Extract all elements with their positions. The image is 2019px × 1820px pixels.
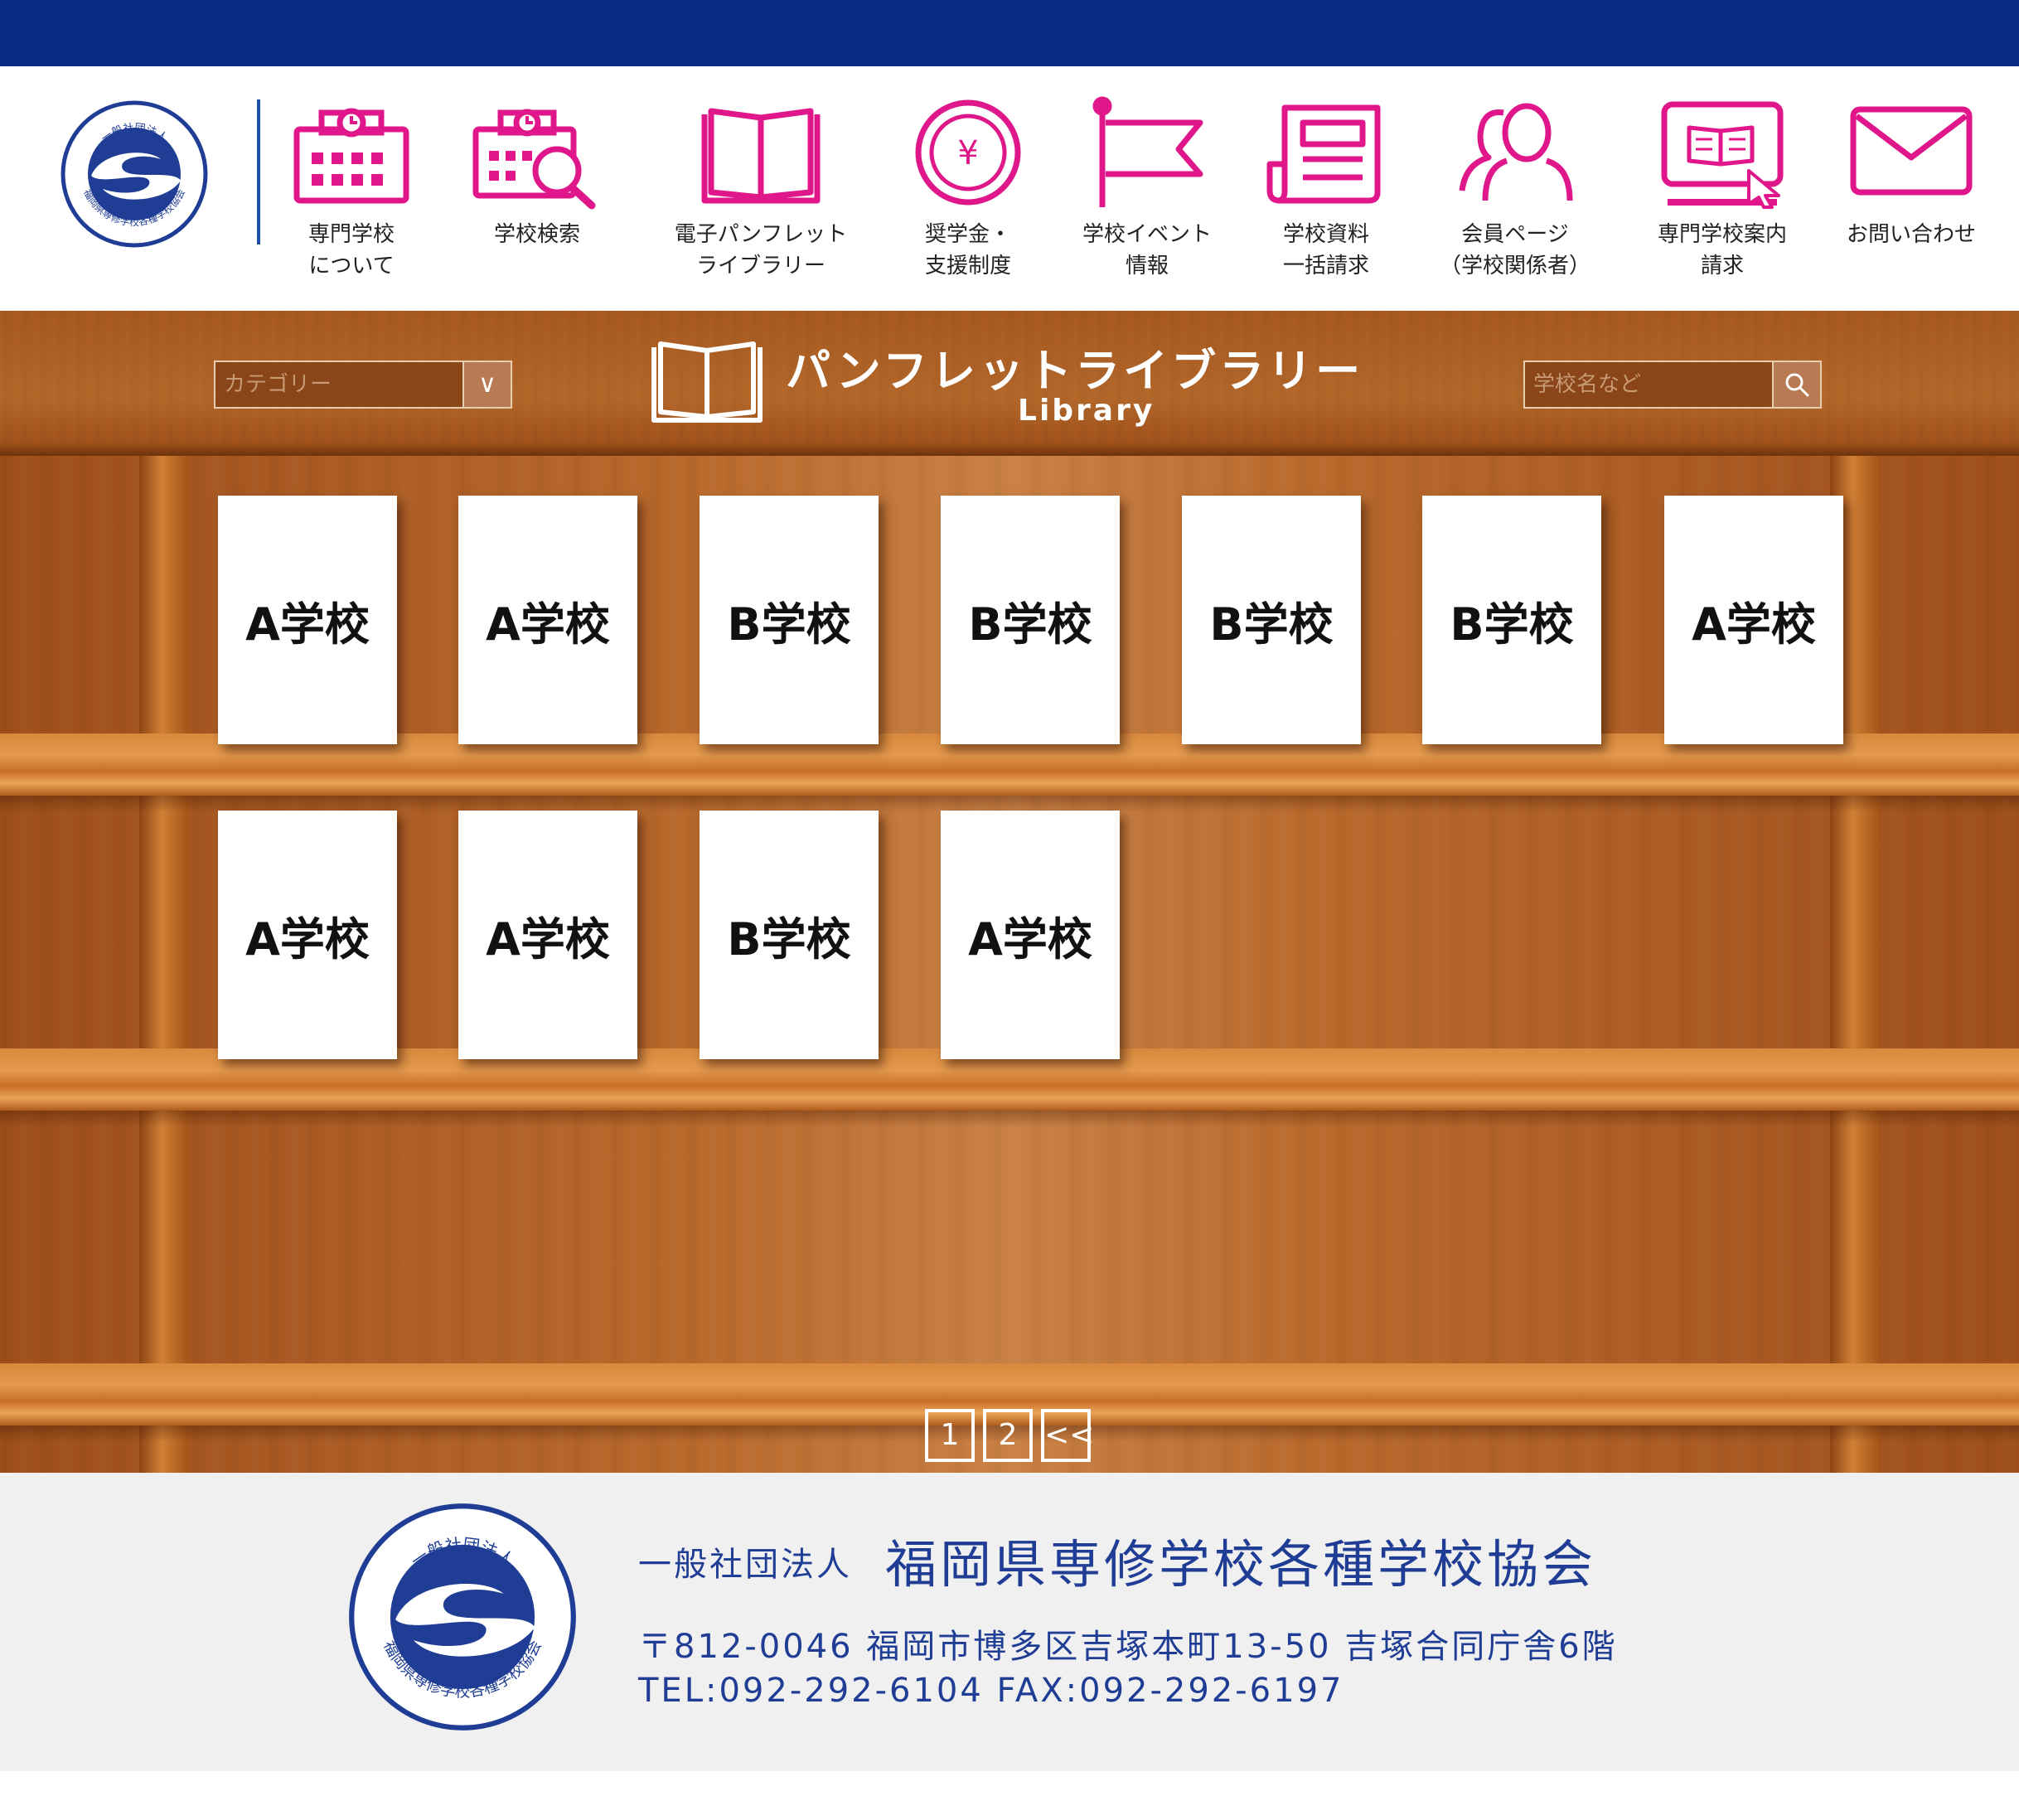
site-footer: 一般社団法人 福岡県専修学校各種学校協会 一般社団法人 福岡県専修学校各種学校協… [0, 1473, 2019, 1771]
document-icon [1266, 104, 1381, 204]
nav-pamphlet-library[interactable]: 電子パンフレット ライブラリー [670, 94, 852, 285]
header-divider [257, 99, 260, 244]
search-input[interactable]: 学校名など [1525, 362, 1772, 407]
nav-school-events[interactable]: 学校イベント 情報 [1081, 94, 1213, 285]
search-button[interactable] [1772, 362, 1820, 407]
pamphlet-book[interactable]: A学校 [1664, 496, 1843, 744]
pamphlet-book[interactable]: A学校 [941, 811, 1120, 1059]
svg-text:¥: ¥ [957, 134, 978, 172]
monitor-book-icon [1661, 101, 1784, 209]
library-header: カテゴリー ∨ パンフレットライブラリー Library 学校名など [0, 311, 2019, 456]
library-title: パンフレットライブラリー [786, 345, 1364, 397]
pamphlet-book[interactable]: A学校 [218, 811, 397, 1059]
association-logo[interactable]: 一般社団法人 福岡県専修学校各種学校協会 [346, 1501, 579, 1733]
pamphlet-book[interactable]: B学校 [700, 811, 879, 1059]
nav-label: お問い合わせ [1846, 222, 1976, 247]
top-bar [0, 0, 2019, 66]
nav-school-search[interactable]: 学校検索 [471, 94, 603, 285]
nav-bulk-material-request[interactable]: 学校資料 一括請求 [1260, 94, 1392, 285]
pamphlet-book[interactable]: B学校 [1182, 496, 1361, 744]
association-logo[interactable]: 一般社団法人 福岡県専修学校各種学校協会 [60, 99, 209, 249]
footer-tel-fax: TEL:092-292-6104 FAX:092-292-6197 [638, 1672, 1344, 1710]
open-book-icon [651, 341, 763, 423]
pamphlet-library: カテゴリー ∨ パンフレットライブラリー Library 学校名など A学校 A… [0, 311, 2019, 1473]
pagination-first[interactable]: << [1041, 1409, 1094, 1462]
footer-org-name: 福岡県専修学校各種学校協会 [885, 1534, 1597, 1595]
nav-label: 奨学金・ 支援制度 [924, 222, 1011, 278]
pamphlet-book[interactable]: A学校 [458, 811, 637, 1059]
school-calendar-icon [293, 108, 409, 204]
nav-label: 学校資料 一括請求 [1282, 222, 1369, 278]
pamphlet-book[interactable]: B学校 [1422, 496, 1601, 744]
category-dropdown-button[interactable]: ∨ [462, 362, 511, 407]
footer-org-type: 一般社団法人 [638, 1546, 852, 1584]
category-placeholder: カテゴリー [215, 362, 462, 407]
category-select[interactable]: カテゴリー ∨ [214, 361, 512, 409]
nav-label: 専門学校案内 請求 [1657, 222, 1787, 278]
nav-about-vocational-schools[interactable]: 専門学校 について [285, 94, 418, 285]
yen-coin-icon: ¥ [915, 99, 1021, 206]
site-header: 一般社団法人 福岡県専修学校各種学校協会 専門学校 について 学校検索 電子パン… [0, 66, 2019, 311]
school-search-box[interactable]: 学校名など [1523, 361, 1822, 409]
pamphlet-book[interactable]: A学校 [458, 496, 637, 744]
pamphlet-book[interactable]: A学校 [218, 496, 397, 744]
flag-icon [1092, 96, 1203, 207]
nav-label: 専門学校 について [307, 222, 395, 278]
nav-label: 学校イベント 情報 [1082, 222, 1212, 278]
shelf-post [139, 456, 189, 1473]
pagination-page-2[interactable]: 2 [983, 1409, 1033, 1462]
pamphlet-book[interactable]: B学校 [941, 496, 1120, 744]
pagination-page-1[interactable]: 1 [925, 1409, 975, 1462]
footer-address: 〒812-0046 福岡市博多区吉塚本町13-50 吉塚合同庁舎6階 [638, 1628, 1618, 1666]
search-icon [1785, 373, 1809, 397]
nav-label: 会員ページ （学校関係者） [1439, 222, 1591, 278]
open-book-icon [701, 108, 821, 204]
nav-school-guide-request[interactable]: 専門学校案内 請求 [1648, 94, 1797, 285]
library-subtitle: Library [1018, 394, 1155, 428]
nav-label: 電子パンフレット ライブラリー [674, 222, 848, 278]
nav-scholarship[interactable]: ¥ 奨学金・ 支援制度 [902, 94, 1034, 285]
nav-label: 学校検索 [493, 222, 580, 247]
mail-icon [1850, 106, 1973, 196]
nav-contact[interactable]: お問い合わせ [1845, 94, 1978, 285]
nav-member-page[interactable]: 会員ページ （学校関係者） [1432, 94, 1598, 285]
school-search-icon [472, 109, 596, 210]
members-icon [1459, 103, 1573, 201]
pamphlet-book[interactable]: B学校 [700, 496, 879, 744]
